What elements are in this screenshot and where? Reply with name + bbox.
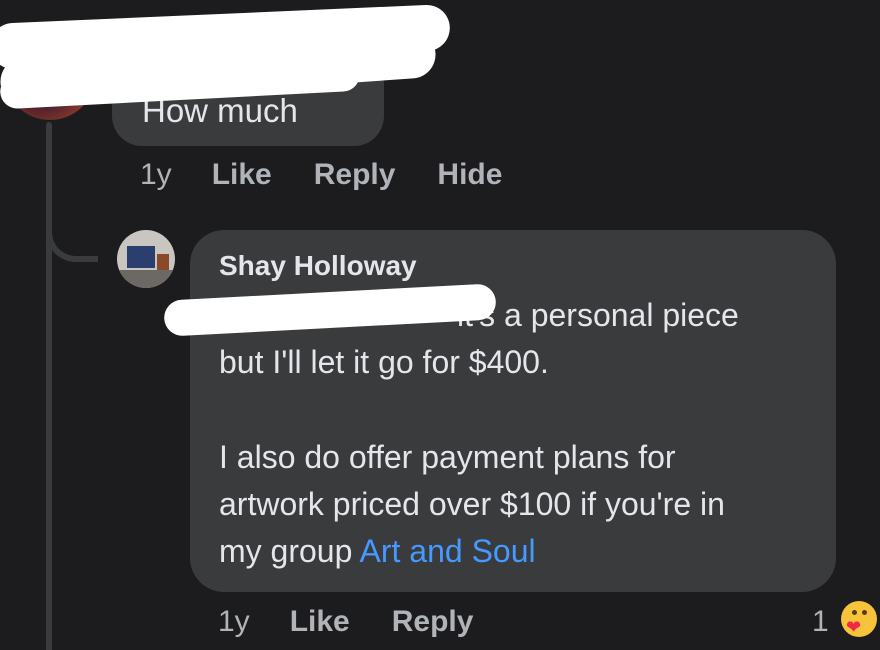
reply-button[interactable]: Reply <box>392 605 474 639</box>
comment-thread: How much 1y Like Reply Hide Shay Hollowa… <box>0 0 880 650</box>
reply-actions: 1y Like Reply <box>218 605 515 639</box>
comment-actions: 1y Like Reply Hide <box>140 158 544 192</box>
reply-line: my group Art and Soul <box>219 533 536 569</box>
like-button[interactable]: Like <box>290 605 350 639</box>
reply-line: artwork priced over $100 if you're in <box>219 486 725 522</box>
reaction-count[interactable]: 1 <box>812 605 829 639</box>
reply-text: it's a personal piece but I'll let it go… <box>219 292 819 575</box>
reply-line: I also do offer payment plans for <box>219 439 676 475</box>
avatar[interactable] <box>117 230 175 288</box>
reply-timestamp[interactable]: 1y <box>218 605 250 639</box>
comment-timestamp[interactable]: 1y <box>140 158 172 192</box>
reply-bubble: Shay Holloway it's a personal piece but … <box>190 230 836 592</box>
comment-author[interactable]: Shay Holloway <box>219 250 417 282</box>
like-button[interactable]: Like <box>212 158 272 192</box>
care-reaction-icon[interactable]: ❤ <box>838 598 880 640</box>
group-link[interactable]: Art and Soul <box>360 533 536 569</box>
thread-line <box>46 122 52 650</box>
reply-button[interactable]: Reply <box>314 158 396 192</box>
reply-line: but I'll let it go for $400. <box>219 344 549 380</box>
thread-branch <box>46 210 98 262</box>
hide-button[interactable]: Hide <box>437 158 502 192</box>
